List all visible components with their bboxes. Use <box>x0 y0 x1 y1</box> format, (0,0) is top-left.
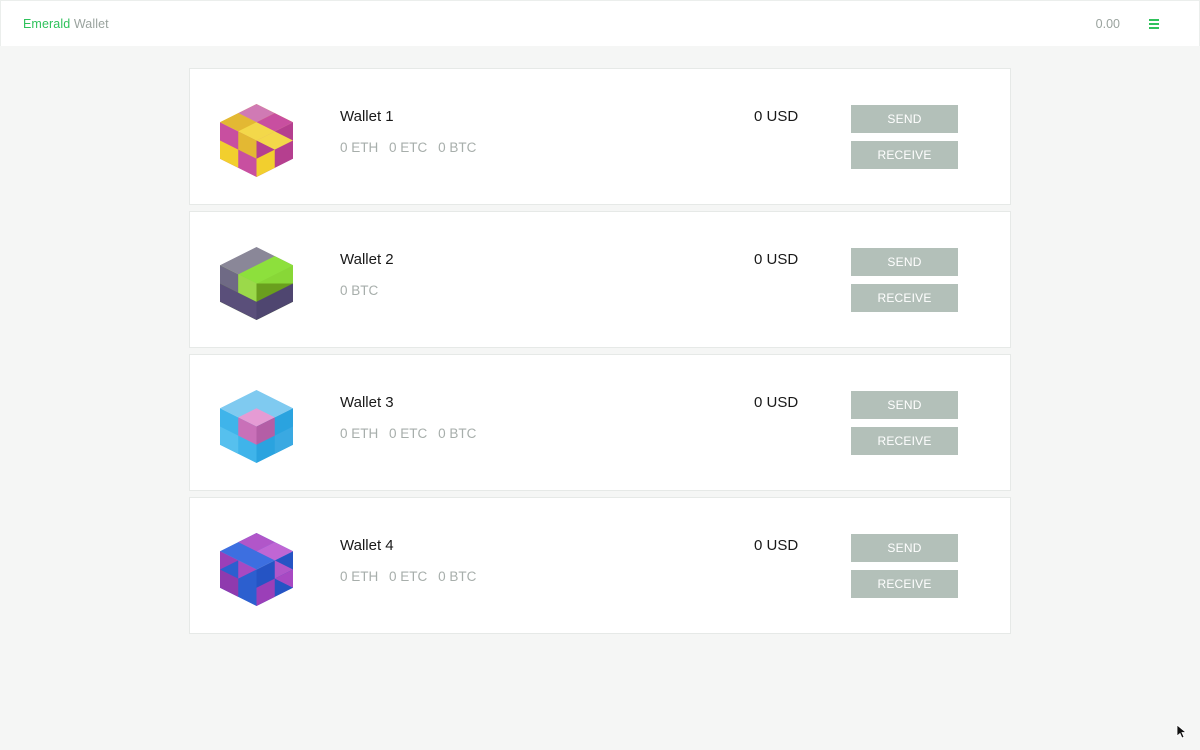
mouse-cursor-icon <box>1176 724 1188 739</box>
identicon-cube-blue-purple-icon <box>220 533 293 606</box>
identicon-cube-pink-yellow-icon <box>220 104 293 177</box>
hamburger-menu-icon[interactable] <box>1145 15 1163 33</box>
wallet-balances: 0 ETH 0 ETC 0 BTC <box>340 140 483 155</box>
fiat-balance: 0 USD <box>754 108 799 125</box>
wallet-name: Wallet 2 <box>340 251 394 268</box>
wallet-card[interactable]: Wallet 4 0 ETH 0 ETC 0 BTC 0 USD SEND RE… <box>189 497 1011 634</box>
balance-etc: 0 ETC <box>389 426 428 441</box>
wallet-balances: 0 BTC <box>340 283 385 298</box>
balance-btc: 0 BTC <box>438 426 477 441</box>
receive-button[interactable]: RECEIVE <box>851 427 958 455</box>
wallet-name: Wallet 3 <box>340 394 394 411</box>
balance-btc: 0 BTC <box>438 140 477 155</box>
receive-button[interactable]: RECEIVE <box>851 570 958 598</box>
balance-eth: 0 ETH <box>340 569 379 584</box>
send-button[interactable]: SEND <box>851 391 958 419</box>
balance-btc: 0 BTC <box>438 569 477 584</box>
balance-btc: 0 BTC <box>340 283 379 298</box>
balance-etc: 0 ETC <box>389 569 428 584</box>
wallet-name: Wallet 1 <box>340 108 394 125</box>
wallet-card[interactable]: Wallet 1 0 ETH 0 ETC 0 BTC 0 USD SEND RE… <box>189 68 1011 205</box>
balance-etc: 0 ETC <box>389 140 428 155</box>
fiat-balance: 0 USD <box>754 394 799 411</box>
wallet-balances: 0 ETH 0 ETC 0 BTC <box>340 569 483 584</box>
wallet-list: Wallet 1 0 ETH 0 ETC 0 BTC 0 USD SEND RE… <box>189 68 1011 640</box>
app-logo[interactable]: Emerald Wallet <box>23 17 109 31</box>
wallet-card[interactable]: Wallet 3 0 ETH 0 ETC 0 BTC 0 USD SEND RE… <box>189 354 1011 491</box>
fiat-balance: 0 USD <box>754 537 799 554</box>
wallet-balances: 0 ETH 0 ETC 0 BTC <box>340 426 483 441</box>
wallet-name: Wallet 4 <box>340 537 394 554</box>
balance-eth: 0 ETH <box>340 426 379 441</box>
receive-button[interactable]: RECEIVE <box>851 141 958 169</box>
total-balance: 0.00 <box>1095 17 1120 31</box>
wallet-card[interactable]: Wallet 2 0 BTC 0 USD SEND RECEIVE <box>189 211 1011 348</box>
send-button[interactable]: SEND <box>851 105 958 133</box>
receive-button[interactable]: RECEIVE <box>851 284 958 312</box>
fiat-balance: 0 USD <box>754 251 799 268</box>
send-button[interactable]: SEND <box>851 534 958 562</box>
identicon-cube-blue-pink-icon <box>220 390 293 463</box>
balance-eth: 0 ETH <box>340 140 379 155</box>
brand-primary: Emerald <box>23 17 71 31</box>
send-button[interactable]: SEND <box>851 248 958 276</box>
brand-secondary: Wallet <box>73 17 109 31</box>
top-app-bar: Emerald Wallet 0.00 <box>0 0 1200 46</box>
identicon-cube-green-gray-icon <box>220 247 293 320</box>
